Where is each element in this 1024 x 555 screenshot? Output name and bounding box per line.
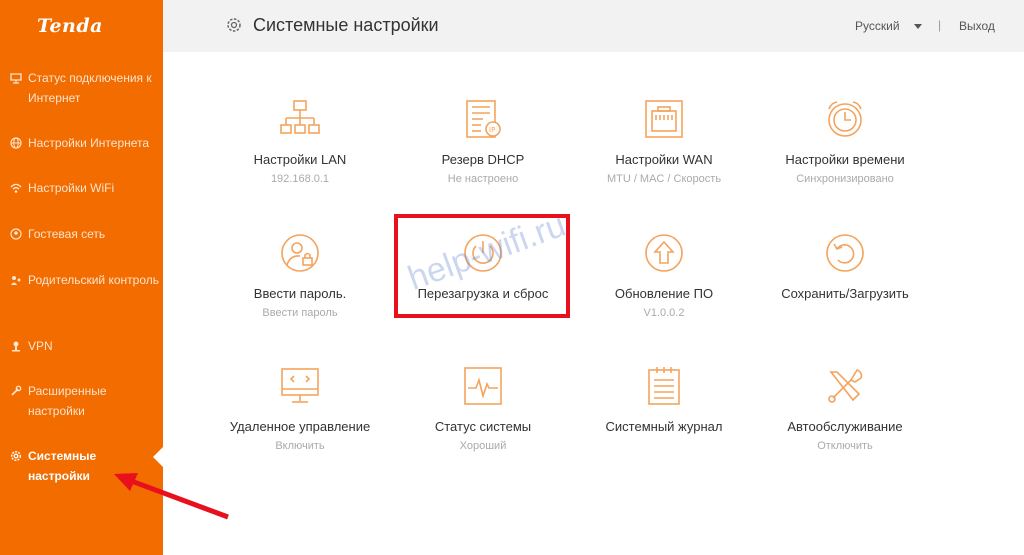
tile-status: Включить (275, 440, 325, 452)
tile-label: Обновление ПО (614, 286, 714, 301)
gear-icon (226, 17, 242, 38)
tile-status: 192.168.0.1 (270, 173, 330, 185)
wifi-icon (10, 178, 28, 198)
tools-icon (825, 366, 865, 406)
tile-label: Настройки времени (785, 152, 905, 167)
parental-icon (10, 270, 28, 290)
sidebar-item-label: Настройки Интернета (28, 136, 150, 150)
alarm-clock-icon (825, 99, 865, 139)
sidebar-item-wifi-settings[interactable]: Настройки WiFi (10, 178, 160, 198)
sidebar-item-guest-network[interactable]: Гостевая сеть (10, 224, 160, 244)
sidebar-item-connection-status[interactable]: Статус подключения к Интернет (10, 68, 160, 108)
tile-status: Ввести пароль (262, 307, 338, 319)
sidebar-item-label: Статус подключения к Интернет (28, 71, 152, 105)
tile-label: Настройки LAN (253, 152, 347, 167)
globe-icon (10, 133, 28, 153)
guest-icon (10, 224, 28, 244)
tile-label: Сохранить/Загрузить (781, 286, 909, 301)
sidebar-item-label: VPN (28, 339, 53, 353)
active-item-indicator (153, 447, 163, 467)
header: Системные настройки Русский | Выход (163, 0, 1024, 52)
svg-text:IP: IP (489, 126, 495, 134)
dhcp-reservation-icon: IP (463, 99, 503, 139)
sidebar-item-label: Родительский контроль (28, 273, 159, 287)
tile-status: V1.0.0.2 (643, 307, 685, 319)
language-select[interactable]: Русский (855, 19, 900, 33)
tenda-logo: Tenda (37, 15, 103, 37)
system-settings-panel: Настройки LAN 192.168.0.1 IP Резерв DHCP… (163, 52, 1024, 555)
sidebar-item-vpn[interactable]: VPN (10, 336, 160, 356)
sidebar-item-label: Расширенные настройки (28, 384, 107, 418)
remote-monitor-icon (280, 366, 320, 406)
backup-restore-icon (825, 233, 865, 273)
wan-port-icon (644, 99, 684, 139)
wrench-icon (10, 381, 28, 421)
chevron-down-icon[interactable] (914, 24, 922, 29)
gear-icon (10, 446, 28, 486)
tile-label: Удаленное управление (229, 419, 371, 434)
tile-label: Системный журнал (605, 419, 723, 434)
tile-label: Ввести пароль. (253, 286, 347, 301)
vpn-icon (10, 336, 28, 356)
sidebar-item-label: Настройки WiFi (28, 181, 115, 195)
tile-label: Автообслуживание (787, 419, 903, 434)
tile-status: Хороший (459, 440, 507, 452)
sidebar-item-label: Гостевая сеть (28, 227, 106, 241)
user-lock-icon (280, 233, 320, 273)
annotation-arrow-icon (114, 473, 229, 520)
log-list-icon (644, 366, 684, 406)
page-title: Системные настройки (253, 15, 439, 35)
sidebar-item-parental-control[interactable]: Родительский контроль (10, 270, 160, 290)
lan-topology-icon (280, 99, 320, 139)
system-pulse-icon (463, 366, 503, 406)
tile-label: Настройки WAN (615, 152, 713, 167)
tile-label: Статус системы (434, 419, 532, 434)
header-divider: | (938, 18, 942, 32)
upgrade-arrow-icon (644, 233, 684, 273)
sidebar-item-internet-settings[interactable]: Настройки Интернета (10, 133, 160, 153)
tile-status: Синхронизировано (796, 173, 894, 185)
connection-status-icon (10, 68, 28, 108)
tile-label: Резерв DHCP (441, 152, 525, 167)
tile-status: Не настроено (447, 173, 519, 185)
sidebar-item-advanced-settings[interactable]: Расширенные настройки (10, 381, 160, 421)
tile-status: MTU / MAC / Скорость (606, 173, 722, 185)
logout-link[interactable]: Выход (959, 19, 995, 33)
tile-status: Отключить (817, 440, 873, 452)
